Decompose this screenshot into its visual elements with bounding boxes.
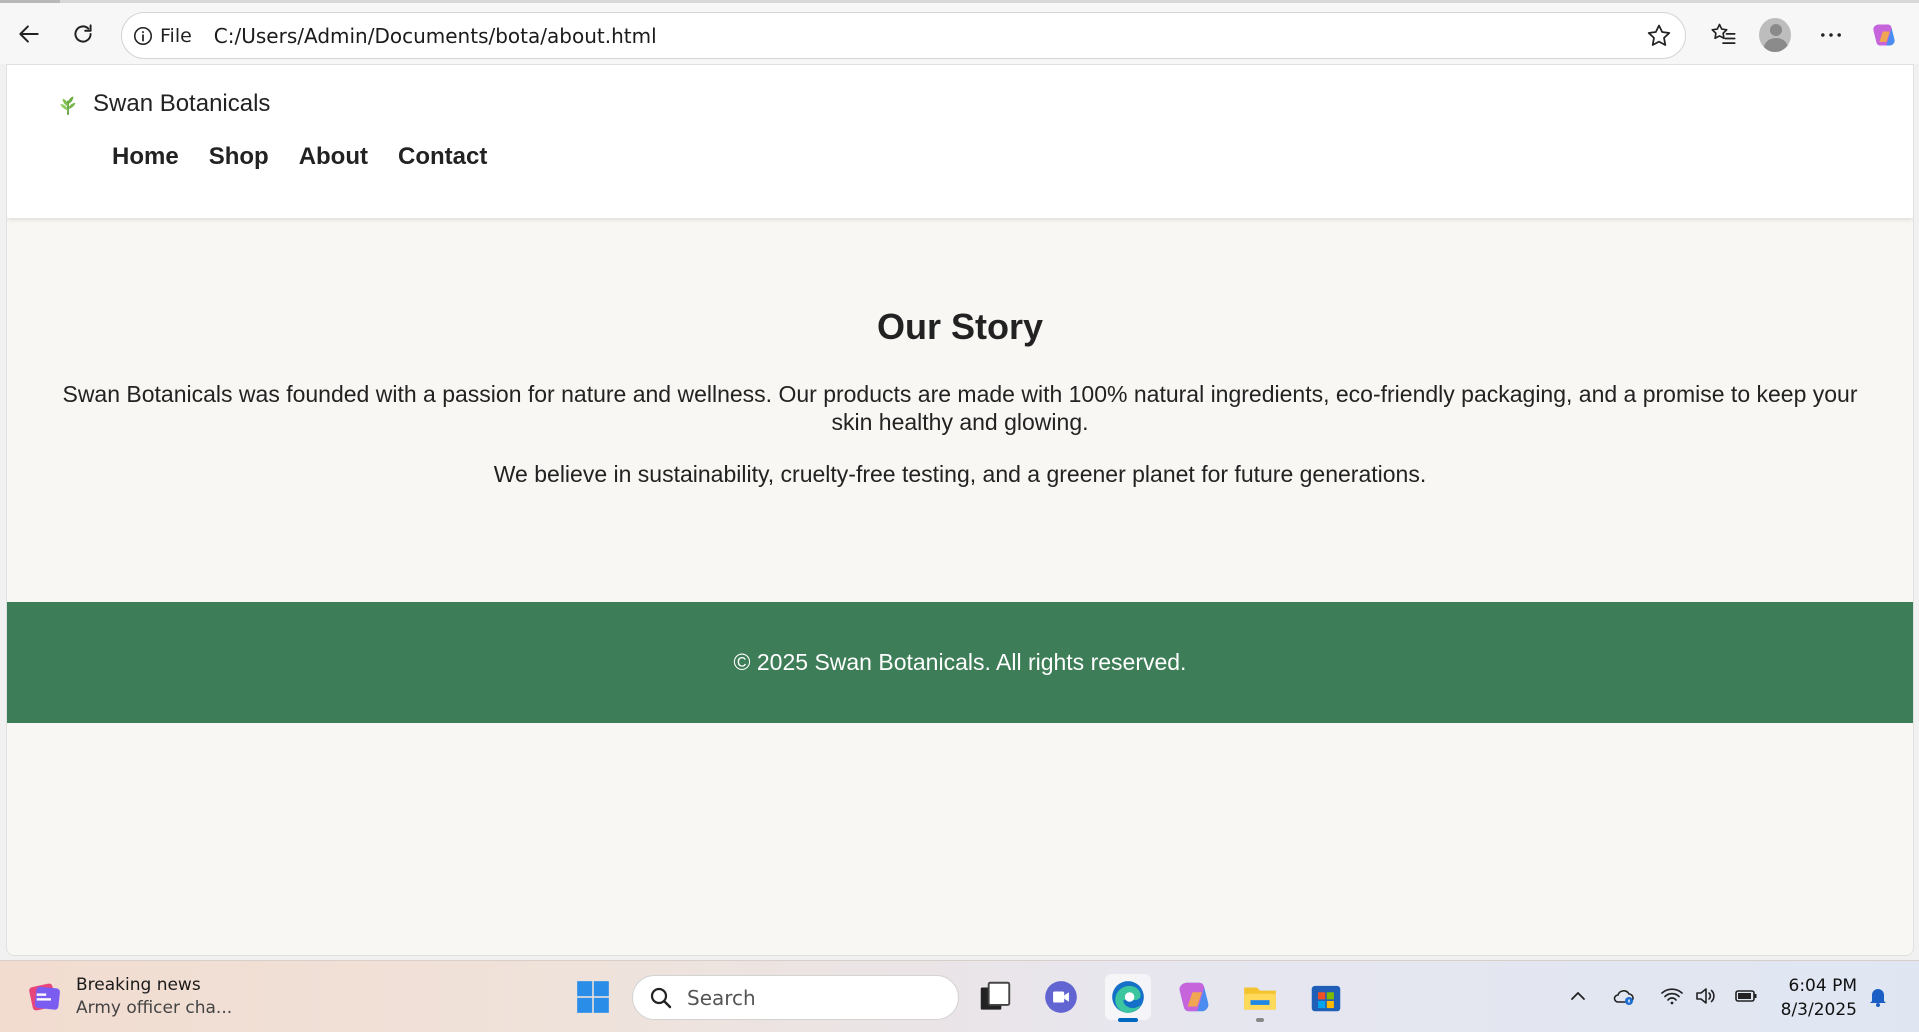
active-app-indicator <box>1118 1018 1138 1022</box>
notifications-button[interactable] <box>1865 983 1891 1009</box>
edge-browser-icon <box>1112 981 1144 1013</box>
folder-icon <box>1244 987 1276 1010</box>
store-icon <box>1311 985 1341 1012</box>
task-view-icon <box>980 981 1011 1010</box>
profile-button[interactable] <box>1759 18 1791 52</box>
news-text: Breaking news Army officer cha... <box>76 975 232 1018</box>
store-app[interactable] <box>1303 974 1349 1020</box>
page-viewport: Swan Botanicals Home Shop About Contact … <box>6 64 1914 956</box>
more-menu-button[interactable] <box>1815 19 1847 51</box>
file-explorer-app[interactable] <box>1237 974 1283 1022</box>
teams-app[interactable] <box>1038 974 1084 1020</box>
file-scheme-label: File <box>160 24 192 47</box>
story-paragraph: Swan Botanicals was founded with a passi… <box>62 381 1858 435</box>
site-info-button[interactable]: File <box>132 25 192 47</box>
info-icon <box>133 26 153 45</box>
news-headline: Army officer cha... <box>76 998 233 1018</box>
refresh-button[interactable] <box>64 15 102 53</box>
tab-strip-accent <box>0 0 60 3</box>
main-nav: Home Shop About Contact <box>112 143 487 171</box>
windows-taskbar: Breaking news Army officer cha... Search <box>0 960 1919 1032</box>
search-placeholder: Search <box>687 985 756 1010</box>
windows-logo-icon <box>577 981 609 1013</box>
favorites-list-icon <box>1711 23 1736 45</box>
start-button[interactable] <box>570 974 616 1020</box>
search-icon <box>650 987 672 1008</box>
onedrive-tray-button[interactable] <box>1611 983 1637 1009</box>
cloud-icon <box>1613 990 1634 1005</box>
news-widget[interactable]: Breaking news Army officer cha... <box>26 975 232 1018</box>
sustainability-paragraph: We believe in sustainability, cruelty-fr… <box>493 461 1427 487</box>
volume-tray-button[interactable] <box>1692 983 1718 1009</box>
bell-icon <box>1870 989 1886 1007</box>
news-icon <box>29 983 60 1010</box>
copilot-icon <box>1873 24 1895 46</box>
edge-app[interactable] <box>1105 974 1151 1022</box>
page-title: Our Story <box>876 306 1044 347</box>
brand-name: Swan Botanicals <box>93 90 271 117</box>
avatar <box>1759 18 1791 52</box>
battery-tray-button[interactable] <box>1733 983 1759 1009</box>
back-button[interactable] <box>10 15 48 53</box>
clock-time: 6:04 PM <box>1788 976 1858 996</box>
network-tray-button[interactable] <box>1659 983 1685 1009</box>
running-app-indicator <box>1256 1018 1264 1022</box>
leaf-icon <box>60 96 76 115</box>
url-text[interactable]: C:/Users/Admin/Documents/bota/about.html <box>214 24 657 48</box>
browser-toolbar: File C:/Users/Admin/Documents/bota/about… <box>0 0 1919 64</box>
clock-date: 8/3/2025 <box>1780 1000 1857 1020</box>
task-view-button[interactable] <box>972 974 1018 1020</box>
taskbar-search[interactable]: Search <box>632 975 959 1020</box>
nav-link-about[interactable]: About <box>299 143 368 171</box>
site-header: Swan Botanicals Home Shop About Contact <box>7 65 1913 218</box>
wifi-icon <box>1661 988 1683 1005</box>
address-bar[interactable]: File C:/Users/Admin/Documents/bota/about… <box>121 12 1686 59</box>
system-clock[interactable]: 6:04 PM 8/3/2025 <box>1781 974 1857 1022</box>
copyright-text: © 2025 Swan Botanicals. All rights reser… <box>733 649 1187 675</box>
our-story-section: Our Story Swan Botanicals was founded wi… <box>7 218 1913 488</box>
ellipsis-icon <box>1821 33 1841 37</box>
favorites-button[interactable] <box>1707 19 1739 51</box>
nav-link-shop[interactable]: Shop <box>209 143 269 171</box>
favorite-star-icon[interactable] <box>1645 22 1673 50</box>
battery-icon <box>1735 990 1757 1002</box>
site-logo[interactable]: Swan Botanicals <box>55 90 270 118</box>
refresh-icon <box>74 24 92 43</box>
teams-chat-icon <box>1045 981 1077 1013</box>
copilot-app[interactable] <box>1171 974 1217 1020</box>
copilot-button[interactable] <box>1868 19 1900 51</box>
chevron-up-icon <box>1571 991 1585 1000</box>
speaker-icon <box>1696 988 1715 1004</box>
back-arrow-icon <box>19 25 39 43</box>
nav-link-home[interactable]: Home <box>112 143 179 171</box>
site-footer: © 2025 Swan Botanicals. All rights reser… <box>7 602 1913 723</box>
show-hidden-icons-button[interactable] <box>1565 983 1591 1009</box>
news-title: Breaking news <box>76 975 201 995</box>
copilot-icon <box>1179 982 1209 1012</box>
nav-link-contact[interactable]: Contact <box>398 143 487 171</box>
